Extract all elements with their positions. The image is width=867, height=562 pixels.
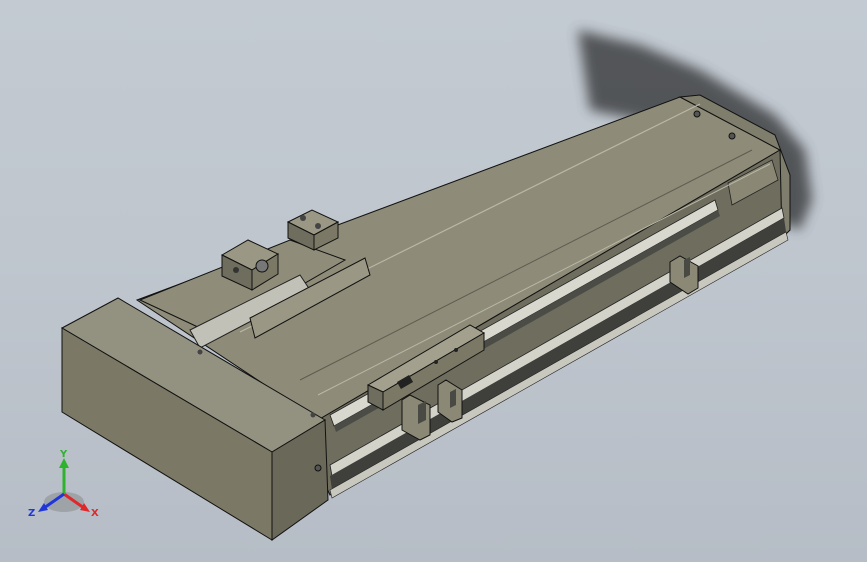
clamp-2-screw-b bbox=[315, 223, 321, 229]
graphics-viewport[interactable]: Y X Z bbox=[0, 0, 867, 562]
end-cap-screw bbox=[693, 110, 701, 118]
clamp-bolt bbox=[255, 259, 269, 273]
end-cap-screw-2 bbox=[728, 132, 736, 140]
view-triad[interactable]: Y X Z bbox=[20, 448, 110, 528]
motor-box-top-screw-2 bbox=[310, 412, 316, 418]
motor-box-screw bbox=[314, 464, 322, 472]
triad-label-x: X bbox=[91, 508, 99, 519]
triad-label-z: Z bbox=[28, 508, 35, 519]
clamp-2-screw bbox=[300, 215, 306, 221]
motor-box-top-screw bbox=[197, 349, 203, 355]
3d-model-view[interactable] bbox=[0, 0, 867, 562]
carriage-hole bbox=[434, 360, 438, 364]
carriage-hole-2 bbox=[454, 348, 458, 352]
clamp-hole bbox=[233, 267, 239, 273]
triad-label-y: Y bbox=[59, 449, 68, 460]
